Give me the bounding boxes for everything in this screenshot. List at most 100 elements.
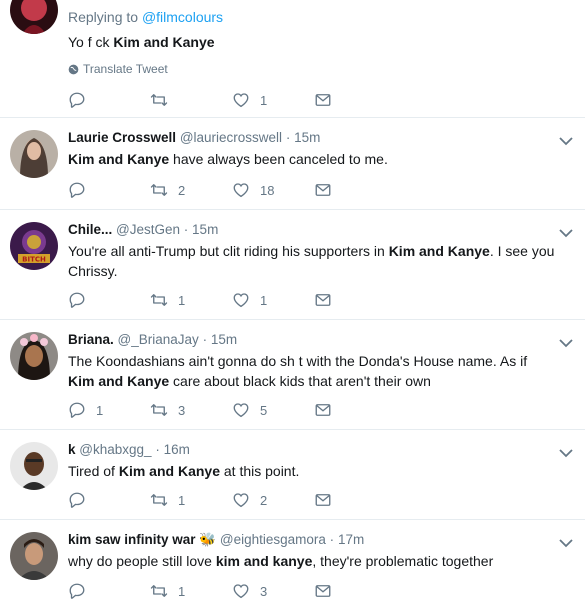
display-name[interactable]: Laurie Crosswell (68, 130, 176, 145)
display-name[interactable]: Chile... (68, 222, 112, 237)
message-icon (315, 184, 331, 196)
retweet-count: 2 (178, 182, 186, 198)
chevron-down-icon[interactable] (559, 338, 573, 348)
tweet-text: Yo f ck Kim and Kanye (68, 32, 555, 52)
reply-button[interactable] (68, 582, 150, 600)
display-name[interactable]: kim saw infinity war (68, 532, 196, 547)
timestamp[interactable]: 17m (338, 532, 364, 547)
timestamp[interactable]: 16m (164, 442, 190, 457)
reply-count: 1 (96, 402, 104, 418)
replying-to-link[interactable]: @filmcolours (142, 9, 223, 25)
message-icon (315, 404, 331, 416)
display-name[interactable]: k (68, 442, 76, 457)
text-bold: Kim and Kanye (118, 463, 220, 479)
tweet-card[interactable]: Laurie Crosswell @lauriecrosswell · 15m … (0, 118, 585, 210)
message-button[interactable] (314, 401, 396, 419)
display-name[interactable]: Briana. (68, 332, 114, 347)
text-bold: Kim and Kanye (68, 151, 170, 167)
reply-button[interactable] (68, 181, 150, 199)
separator-dot: · (155, 442, 160, 457)
like-count: 5 (260, 402, 268, 418)
tweet-card[interactable]: k @khabxgg_ · 16m Tired of Kim and Kanye… (0, 430, 585, 520)
retweet-button[interactable] (150, 91, 232, 109)
retweet-button[interactable]: 3 (150, 401, 232, 419)
text-segment: You're all anti-Trump but clit riding hi… (68, 243, 389, 259)
like-icon (233, 183, 249, 198)
timestamp[interactable]: 15m (294, 130, 320, 145)
reply-button[interactable] (68, 491, 150, 509)
chevron-down-icon[interactable] (559, 448, 573, 458)
message-button[interactable] (314, 181, 396, 199)
user-handle[interactable]: @khabxgg_ (79, 442, 151, 457)
retweet-count: 3 (178, 402, 186, 418)
like-count: 1 (260, 92, 268, 108)
avatar[interactable] (10, 532, 58, 580)
tweet-header: k @khabxgg_ · 16m (68, 441, 555, 459)
user-handle[interactable]: @JestGen (116, 222, 180, 237)
message-button[interactable] (314, 291, 396, 309)
message-button[interactable] (314, 582, 396, 600)
like-icon (233, 584, 249, 599)
message-button[interactable] (314, 91, 396, 109)
avatar[interactable] (10, 442, 58, 490)
separator-dot: · (183, 222, 189, 237)
text-segment: at this point. (219, 463, 300, 479)
user-handle[interactable]: @_BrianaJay (118, 332, 199, 347)
text-bold: Kim and Kanye (68, 373, 170, 389)
chevron-down-icon[interactable] (559, 228, 573, 238)
tweet-header: kim saw infinity war 🐝 @eightiesgamora ·… (68, 531, 555, 549)
retweet-button[interactable]: 1 (150, 491, 232, 509)
reply-icon (69, 402, 85, 418)
retweet-icon (150, 494, 168, 506)
timestamp[interactable]: 15m (211, 332, 237, 347)
replying-prefix: Replying to (68, 9, 142, 25)
text-segment: why do people still love (68, 553, 216, 569)
like-count: 1 (260, 292, 268, 308)
chevron-down-icon[interactable] (559, 136, 573, 146)
retweet-button[interactable]: 1 (150, 582, 232, 600)
message-button[interactable] (314, 491, 396, 509)
text-bold: kim and kanye (215, 553, 313, 569)
reply-button[interactable] (68, 291, 150, 309)
separator-dot: · (329, 532, 335, 547)
tweet-header: Laurie Crosswell @lauriecrosswell · 15m (68, 129, 555, 147)
like-button[interactable]: 1 (232, 91, 314, 109)
replying-to: Replying to @filmcolours (68, 8, 555, 26)
text-segment: care about black kids that aren't their … (169, 373, 431, 389)
user-handle[interactable]: @eightiesgamora (220, 532, 326, 547)
tweet-card[interactable]: kim saw infinity war 🐝 @eightiesgamora ·… (0, 520, 585, 612)
retweet-button[interactable]: 2 (150, 181, 232, 199)
tweet-card[interactable]: BITCH Chile... @JestGen · 15m You're all… (0, 210, 585, 320)
tweet-text: The Koondashians ain't gonna do sh t wit… (68, 351, 555, 391)
like-button[interactable]: 5 (232, 401, 314, 419)
tweet-card[interactable]: Briana. @_BrianaJay · 15m The Koondashia… (0, 320, 585, 430)
avatar[interactable]: BITCH (10, 222, 58, 270)
message-icon (315, 294, 331, 306)
reply-button[interactable] (68, 91, 150, 109)
timestamp[interactable]: 15m (192, 222, 218, 237)
avatar[interactable] (10, 0, 58, 34)
message-icon (315, 494, 331, 506)
user-handle[interactable]: @lauriecrosswell (180, 130, 282, 145)
separator-dot: · (285, 130, 291, 145)
reply-button[interactable]: 1 (68, 401, 150, 419)
reply-icon (69, 182, 85, 198)
like-button[interactable]: 3 (232, 582, 314, 600)
retweet-button[interactable]: 1 (150, 291, 232, 309)
separator-dot: · (202, 332, 208, 347)
like-button[interactable]: 2 (232, 491, 314, 509)
reply-icon (69, 292, 85, 308)
avatar[interactable] (10, 130, 58, 178)
like-button[interactable]: 18 (232, 181, 314, 199)
retweet-count: 1 (178, 292, 186, 308)
retweet-count: 1 (178, 492, 186, 508)
translate-label[interactable]: Translate Tweet (83, 62, 168, 76)
translate-tweet-link[interactable]: Translate Tweet (68, 62, 555, 76)
tweet-card[interactable]: Replying to @filmcolours Yo f ck Kim and… (0, 0, 585, 118)
message-icon (315, 94, 331, 106)
avatar[interactable] (10, 332, 58, 380)
like-button[interactable]: 1 (232, 291, 314, 309)
tweet-text: You're all anti-Trump but clit riding hi… (68, 241, 555, 281)
chevron-down-icon[interactable] (559, 538, 573, 548)
text-segment: The Koondashians ain't gonna do sh t wit… (68, 353, 528, 369)
